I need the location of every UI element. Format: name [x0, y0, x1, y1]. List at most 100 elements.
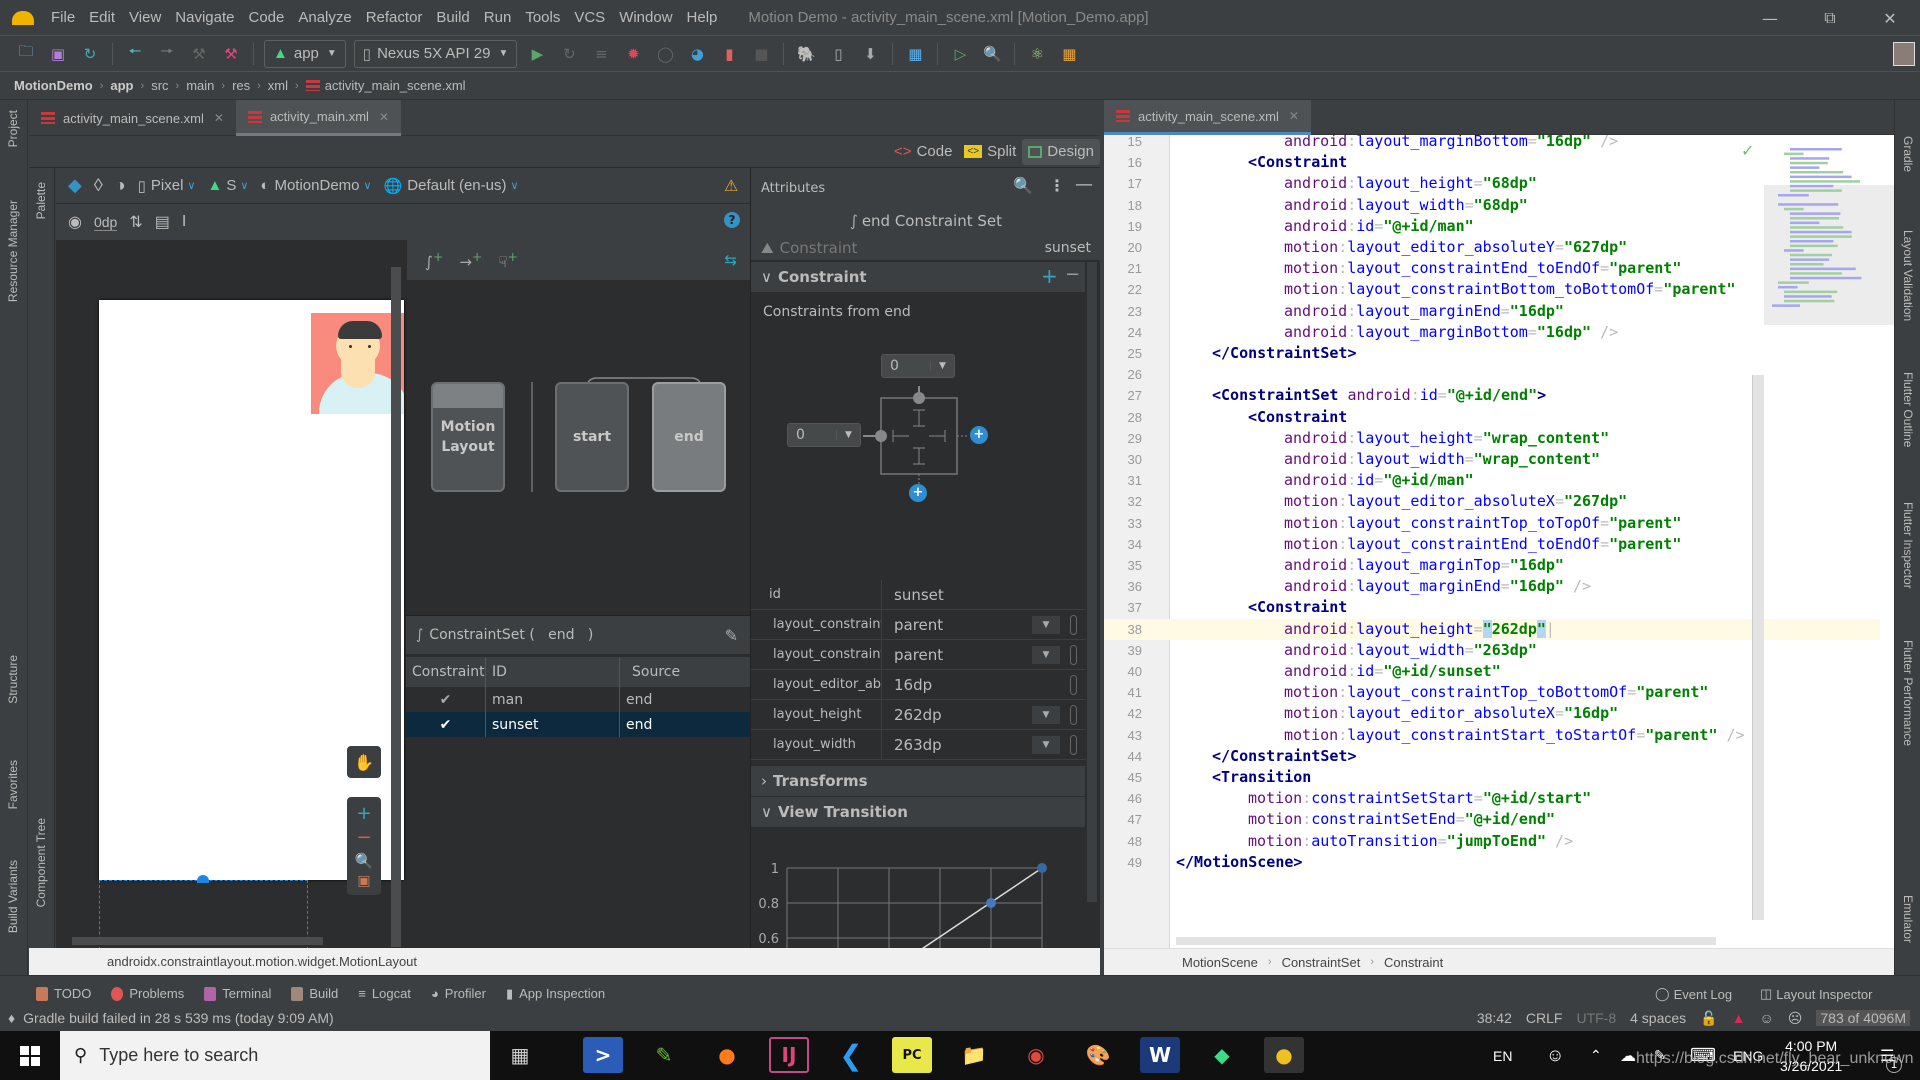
profiler-tool-button[interactable]: ◕ Profiler [431, 986, 486, 1001]
code-text[interactable]: <Transition [1212, 767, 1311, 788]
breadcrumb-item[interactable]: xml [268, 78, 288, 93]
add-end-constraint-icon[interactable]: + [970, 426, 988, 444]
code-text[interactable]: motion:layout_constraintBottom_toBottomO… [1284, 279, 1736, 300]
tab-activity-main-scene[interactable]: activity_main_scene.xml ✕ [29, 100, 236, 136]
close-icon[interactable]: ✕ [379, 110, 389, 124]
more-options-icon[interactable]: ⋮ [1049, 176, 1065, 195]
pan-button[interactable]: ✋ [347, 746, 381, 778]
night-mode-icon[interactable]: ◑ [115, 175, 126, 196]
property-value[interactable]: 262dp [881, 700, 1032, 729]
code-text[interactable]: android:layout_width="wrap_content" [1284, 449, 1600, 470]
code-text[interactable]: android:layout_marginTop="16dp" [1284, 555, 1564, 576]
resource-picker[interactable] [1070, 734, 1077, 755]
add-icon[interactable]: + [1041, 264, 1058, 288]
attach-debugger-icon[interactable]: ◯ [654, 43, 676, 65]
xml-breadcrumb-item[interactable]: ConstraintSet [1282, 955, 1361, 970]
chevron-down-icon[interactable]: ▼ [1032, 705, 1060, 724]
start-constraint-set-node[interactable]: start [555, 382, 629, 492]
menu-code[interactable]: Code [241, 9, 291, 26]
guidelines-icon[interactable]: I [182, 213, 186, 231]
zoom-out-icon[interactable]: − [356, 827, 371, 848]
notepad-plus-icon[interactable]: ✎ [644, 1037, 684, 1073]
app-inspection-tool-button[interactable]: ▮ App Inspection [506, 986, 605, 1002]
search-icon[interactable]: 🔍 [981, 43, 1003, 65]
remove-icon[interactable]: − [1065, 264, 1080, 285]
chevron-down-icon[interactable]: ▼ [1032, 645, 1060, 664]
create-transition-icon[interactable]: →+ [459, 249, 482, 271]
breadcrumb-item[interactable]: main [186, 78, 214, 93]
gradle-tool-tab[interactable]: Gradle [1901, 136, 1915, 172]
end-constraint-set-node[interactable]: end [652, 382, 726, 492]
file-explorer-icon[interactable]: 📁 [954, 1037, 994, 1073]
editor-vertical-scrollbar[interactable] [1752, 375, 1764, 920]
sync-icon[interactable]: ↻ [79, 43, 101, 65]
close-icon[interactable]: ✕ [1289, 109, 1299, 123]
emulator-tool-tab[interactable]: Emulator [1901, 895, 1915, 943]
code-text[interactable]: android:layout_marginEnd="16dp" [1284, 301, 1564, 322]
chrome-icon[interactable]: ◉ [1016, 1037, 1056, 1073]
resource-picker[interactable] [1070, 614, 1077, 635]
powershell-icon[interactable]: > [583, 1037, 623, 1073]
property-row[interactable]: layout_editor_abs...16dp [751, 670, 1085, 700]
flutter-outline-tool-tab[interactable]: Flutter Outline [1901, 372, 1915, 447]
start-margin-dropdown[interactable]: 0 ▼ [787, 423, 861, 447]
menu-tools[interactable]: Tools [518, 9, 567, 26]
onedrive-icon[interactable]: ☁ [1620, 1031, 1636, 1080]
app-w-icon[interactable]: W [1140, 1037, 1180, 1073]
code-text[interactable]: android:layout_height="wrap_content" [1284, 428, 1609, 449]
xml-breadcrumb-item[interactable]: Constraint [1384, 955, 1443, 970]
debug-icon[interactable]: ✹ [622, 43, 644, 65]
code-minimap[interactable] [1764, 140, 1894, 325]
taskbar-search[interactable]: ⚲ Type here to search [60, 1031, 490, 1080]
avd-manager-icon[interactable]: ▯ [827, 43, 849, 65]
terminal-icon[interactable]: ▷ [949, 43, 971, 65]
layout-inspector-button[interactable]: ◫ Layout Inspector [1760, 986, 1872, 1002]
back-arrow-icon[interactable]: 🠔 [124, 42, 146, 65]
orientation-icon[interactable]: ◊ [94, 175, 103, 196]
code-text[interactable]: motion:layout_editor_absoluteX="267dp" [1284, 491, 1627, 512]
pack-icon[interactable]: ⇅ [129, 212, 142, 232]
property-row[interactable]: layout_constraint...parent▼ [751, 640, 1085, 670]
pycharm-icon[interactable]: PC [892, 1037, 932, 1073]
code-text[interactable]: android:id="@+id/sunset" [1284, 661, 1501, 682]
property-value[interactable]: 16dp [881, 670, 1070, 699]
zoom-in-icon[interactable]: + [356, 803, 371, 824]
transforms-section-header[interactable]: › Transforms [751, 766, 1085, 796]
property-row[interactable]: layout_height 262dp ▼ [751, 700, 1085, 730]
chevron-down-icon[interactable]: ▼ [1032, 735, 1060, 754]
atom-plugin-icon[interactable]: ⚛ [1026, 43, 1048, 65]
firefox-icon[interactable]: ● [707, 1037, 747, 1073]
structure-tool-tab[interactable]: Structure [6, 655, 20, 704]
layout-validation-tool-tab[interactable]: Layout Validation [1901, 230, 1915, 321]
attach-process-icon[interactable]: ▮ [718, 43, 740, 65]
code-text[interactable]: motion:layout_constraintEnd_toEndOf="par… [1284, 534, 1681, 555]
restore-button[interactable]: ⧉ [1800, 0, 1860, 36]
menu-file[interactable]: File [44, 9, 82, 26]
run-config-select[interactable]: ▲ app ▼ [264, 39, 346, 68]
property-row-id[interactable]: id sunset [751, 580, 1085, 610]
code-text[interactable]: android:layout_marginEnd="16dp" /> [1284, 576, 1591, 597]
code-text[interactable]: motion:layout_editor_absoluteY="627dp" [1284, 237, 1627, 258]
tab-activity-main-scene-code[interactable]: activity_main_scene.xml ✕ [1104, 100, 1311, 135]
default-margin-field[interactable]: 0dp [93, 214, 118, 231]
column-header-source[interactable]: Source [620, 657, 750, 687]
breadcrumb-item[interactable]: res [232, 78, 250, 93]
code-text[interactable]: motion:layout_constraintTop_toTopOf="par… [1284, 513, 1681, 534]
code-text[interactable]: android:id="@+id/man" [1284, 216, 1474, 237]
open-folder-icon[interactable]: 🗀 [15, 42, 37, 65]
layout-grid-icon[interactable]: ▦ [904, 43, 926, 65]
terminal-tool-button[interactable]: Terminal [204, 986, 271, 1001]
resource-manager-tool-tab[interactable]: Resource Manager [6, 200, 20, 302]
code-text[interactable]: motion:layout_constraintTop_toBottomOf="… [1284, 682, 1708, 703]
vscode-icon[interactable]: ❮ [831, 1037, 871, 1073]
code-text[interactable]: android:layout_width="68dp" [1284, 195, 1528, 216]
menu-navigate[interactable]: Navigate [168, 9, 241, 26]
table-row-selected[interactable]: ✔ sunset end [406, 712, 750, 737]
line-separator[interactable]: CRLF [1526, 1010, 1563, 1026]
code-line[interactable]: 25 </ConstraintSet> [1104, 343, 1880, 364]
code-text[interactable]: <Constraint [1248, 407, 1347, 428]
view-options-icon[interactable]: ◉ [68, 212, 82, 232]
forward-arrow-icon[interactable]: 🠖 [156, 42, 178, 65]
property-row[interactable]: layout_width 263dp ▼ [751, 730, 1085, 760]
status-message[interactable]: Gradle build failed in 28 s 539 ms (toda… [23, 1010, 334, 1026]
